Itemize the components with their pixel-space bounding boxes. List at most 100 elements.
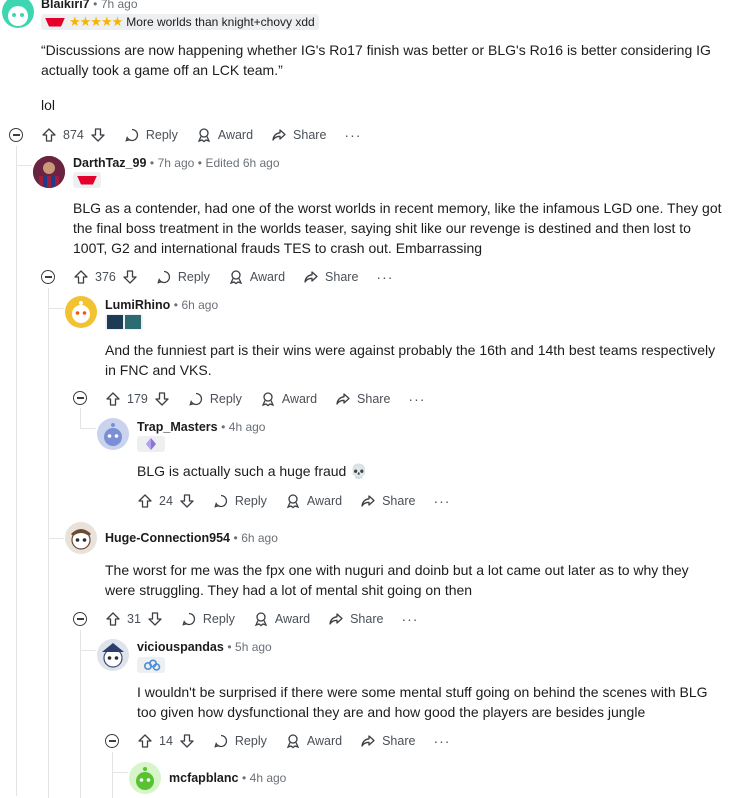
upvote-icon[interactable] xyxy=(105,611,121,627)
separator: • xyxy=(221,420,226,434)
vote-group: 24 xyxy=(137,493,195,509)
more-options-button[interactable]: ··· xyxy=(433,733,450,749)
share-label: Share xyxy=(357,392,391,406)
collapse-icon[interactable] xyxy=(105,734,119,748)
separator: • xyxy=(233,531,238,545)
avatar[interactable] xyxy=(65,296,97,328)
avatar[interactable] xyxy=(65,522,97,554)
timestamp[interactable]: 6h ago xyxy=(181,298,218,312)
timestamp[interactable]: 4h ago xyxy=(250,771,287,785)
award-icon xyxy=(229,270,243,285)
share-button[interactable]: Share xyxy=(303,269,358,285)
username-text[interactable]: mcfapblanc xyxy=(169,771,238,785)
timestamp[interactable]: 6h ago xyxy=(241,531,278,545)
upvote-icon[interactable] xyxy=(137,733,153,749)
timestamp[interactable]: 4h ago xyxy=(229,420,266,434)
username-text[interactable]: DarthTaz_99 xyxy=(73,156,146,170)
avatar[interactable] xyxy=(97,418,129,450)
reply-button[interactable]: Reply xyxy=(124,127,178,143)
thread-line-level2[interactable] xyxy=(80,408,81,428)
username-text[interactable]: LumiRhino xyxy=(105,298,170,312)
share-button[interactable]: Share xyxy=(360,493,415,509)
share-icon xyxy=(272,129,286,141)
username[interactable]: DarthTaz_99 • 7h ago • Edited 6h ago xyxy=(73,156,280,170)
award-button[interactable]: Award xyxy=(196,127,253,143)
share-button[interactable]: Share xyxy=(328,611,383,627)
username-text[interactable]: Huge-Connection954 xyxy=(105,531,230,545)
vote-group: 14 xyxy=(137,733,195,749)
vote-group: 376 xyxy=(73,269,138,285)
thread-line-level3[interactable] xyxy=(112,752,113,798)
upvote-icon[interactable] xyxy=(41,127,57,143)
avatar[interactable] xyxy=(129,762,161,794)
award-button[interactable]: Award xyxy=(285,493,342,509)
downvote-icon[interactable] xyxy=(147,611,163,627)
thread-line-level2b[interactable] xyxy=(80,630,81,798)
thread-line-root[interactable] xyxy=(16,146,17,796)
more-options-button[interactable]: ··· xyxy=(408,391,425,407)
avatar[interactable] xyxy=(2,0,34,28)
reply-label: Reply xyxy=(234,494,267,508)
reply-button[interactable]: Reply xyxy=(213,493,267,509)
collapse-icon[interactable] xyxy=(41,270,55,284)
share-button[interactable]: Share xyxy=(271,127,326,143)
comment-line: the final boss treatment in the worlds t… xyxy=(73,220,691,236)
award-label: Award xyxy=(274,612,311,626)
thread-branch xyxy=(80,428,96,429)
upvote-icon[interactable] xyxy=(137,493,153,509)
share-button[interactable]: Share xyxy=(360,733,415,749)
collapse-icon[interactable] xyxy=(9,128,23,142)
user-flair xyxy=(137,657,165,673)
timestamp[interactable]: 7h ago xyxy=(158,156,195,170)
vote-count: 874 xyxy=(63,128,84,142)
comment-body: “Discussions are now happening whether I… xyxy=(41,40,721,115)
username[interactable]: mcfapblanc • 4h ago xyxy=(169,771,286,785)
username[interactable]: Trap_Masters • 4h ago xyxy=(137,420,265,434)
award-button[interactable]: Award xyxy=(228,269,285,285)
username-text[interactable]: Blaikiri7 xyxy=(41,0,90,11)
comment-line: The worst for me was the fpx one with nu… xyxy=(105,562,689,578)
username[interactable]: viciouspandas • 5h ago xyxy=(137,640,272,654)
downvote-icon[interactable] xyxy=(122,269,138,285)
username-text[interactable]: Trap_Masters xyxy=(137,420,218,434)
username[interactable]: LumiRhino • 6h ago xyxy=(105,298,218,312)
thread-branch xyxy=(16,165,32,166)
thread-line-level1[interactable] xyxy=(48,288,49,798)
award-button[interactable]: Award xyxy=(285,733,342,749)
downvote-icon[interactable] xyxy=(179,733,195,749)
downvote-icon[interactable] xyxy=(154,391,170,407)
award-label: Award xyxy=(217,128,254,142)
reply-button[interactable]: Reply xyxy=(188,391,242,407)
comment-body: BLG as a contender, had one of the worst… xyxy=(73,198,723,258)
avatar[interactable] xyxy=(97,639,129,671)
timestamp[interactable]: 5h ago xyxy=(235,640,272,654)
username-text[interactable]: viciouspandas xyxy=(137,640,224,654)
award-icon xyxy=(286,494,300,509)
star-icon: ★★★★★ xyxy=(69,14,123,29)
upvote-icon[interactable] xyxy=(105,391,121,407)
more-options-button[interactable]: ··· xyxy=(401,611,418,627)
reply-button[interactable]: Reply xyxy=(213,733,267,749)
more-options-button[interactable]: ··· xyxy=(433,493,450,509)
username[interactable]: Huge-Connection954 • 6h ago xyxy=(105,531,278,545)
more-options-button[interactable]: ··· xyxy=(344,127,361,143)
timestamp[interactable]: 7h ago xyxy=(101,0,138,11)
more-options-button[interactable]: ··· xyxy=(376,269,393,285)
reply-button[interactable]: Reply xyxy=(181,611,235,627)
reply-button[interactable]: Reply xyxy=(156,269,210,285)
downvote-icon[interactable] xyxy=(179,493,195,509)
award-button[interactable]: Award xyxy=(260,391,317,407)
share-button[interactable]: Share xyxy=(335,391,390,407)
reply-icon xyxy=(189,392,202,406)
username[interactable]: Blaikiri7 • 7h ago xyxy=(41,0,138,11)
award-icon xyxy=(261,392,275,407)
avatar[interactable] xyxy=(33,156,65,188)
downvote-icon[interactable] xyxy=(90,127,106,143)
comment-line: too given how dysfunctional they are and… xyxy=(137,704,646,720)
vote-count: 24 xyxy=(159,494,173,508)
upvote-icon[interactable] xyxy=(73,269,89,285)
collapse-icon[interactable] xyxy=(73,391,87,405)
collapse-icon[interactable] xyxy=(73,612,87,626)
reply-label: Reply xyxy=(209,392,242,406)
award-button[interactable]: Award xyxy=(253,611,310,627)
